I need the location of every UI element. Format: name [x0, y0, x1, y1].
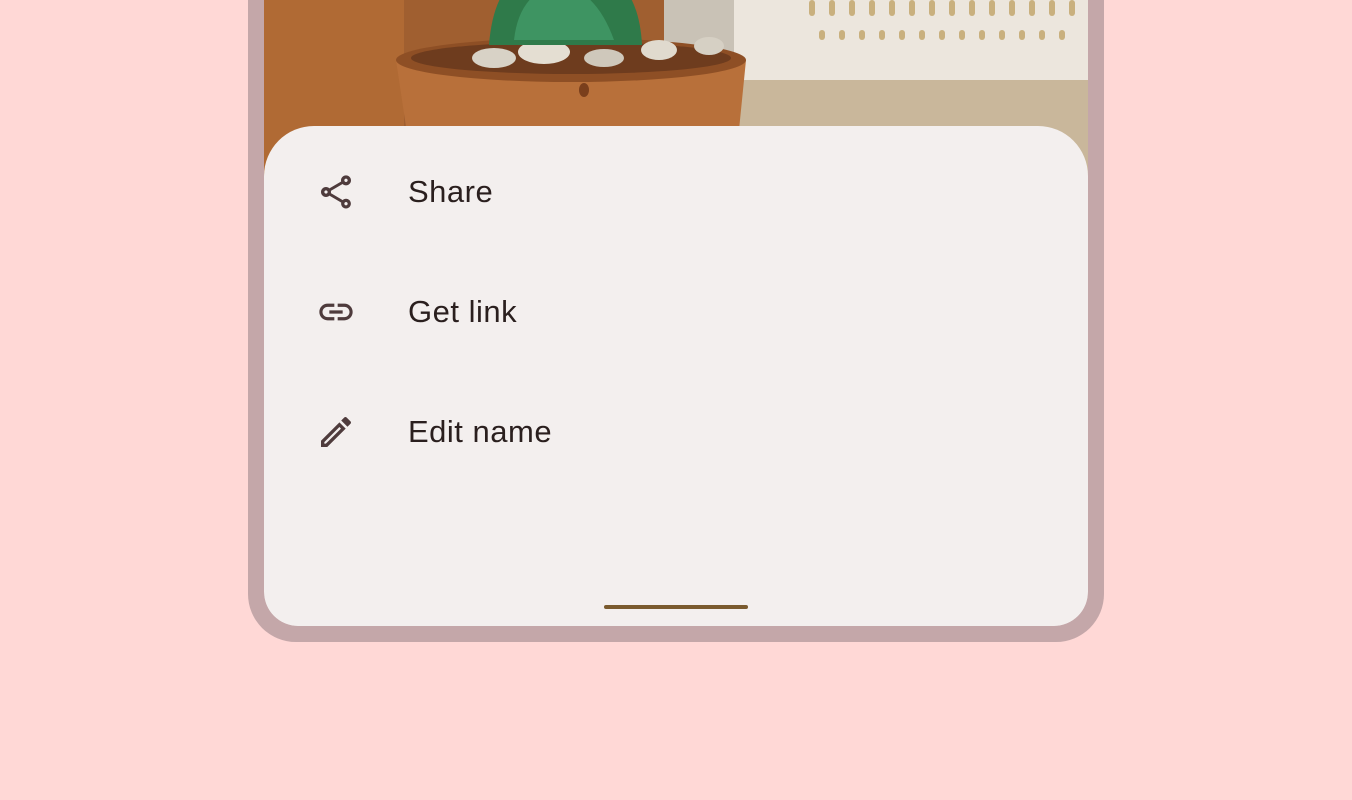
- menu-item-edit-name[interactable]: Edit name: [264, 384, 1088, 480]
- menu-item-label: Share: [408, 174, 494, 209]
- phone-screen: Share Get link Edit name: [264, 0, 1088, 626]
- phone-frame: Share Get link Edit name: [248, 0, 1104, 642]
- link-icon: [312, 288, 360, 336]
- menu-item-label: Edit name: [408, 414, 553, 449]
- menu-item-label: Get link: [408, 294, 518, 329]
- gesture-handle[interactable]: [604, 605, 748, 609]
- edit-pencil-icon: [312, 408, 360, 456]
- bottom-sheet: Share Get link Edit name: [264, 126, 1088, 626]
- menu-item-get-link[interactable]: Get link: [264, 264, 1088, 360]
- share-icon: [312, 168, 360, 216]
- menu-item-share[interactable]: Share: [264, 144, 1088, 240]
